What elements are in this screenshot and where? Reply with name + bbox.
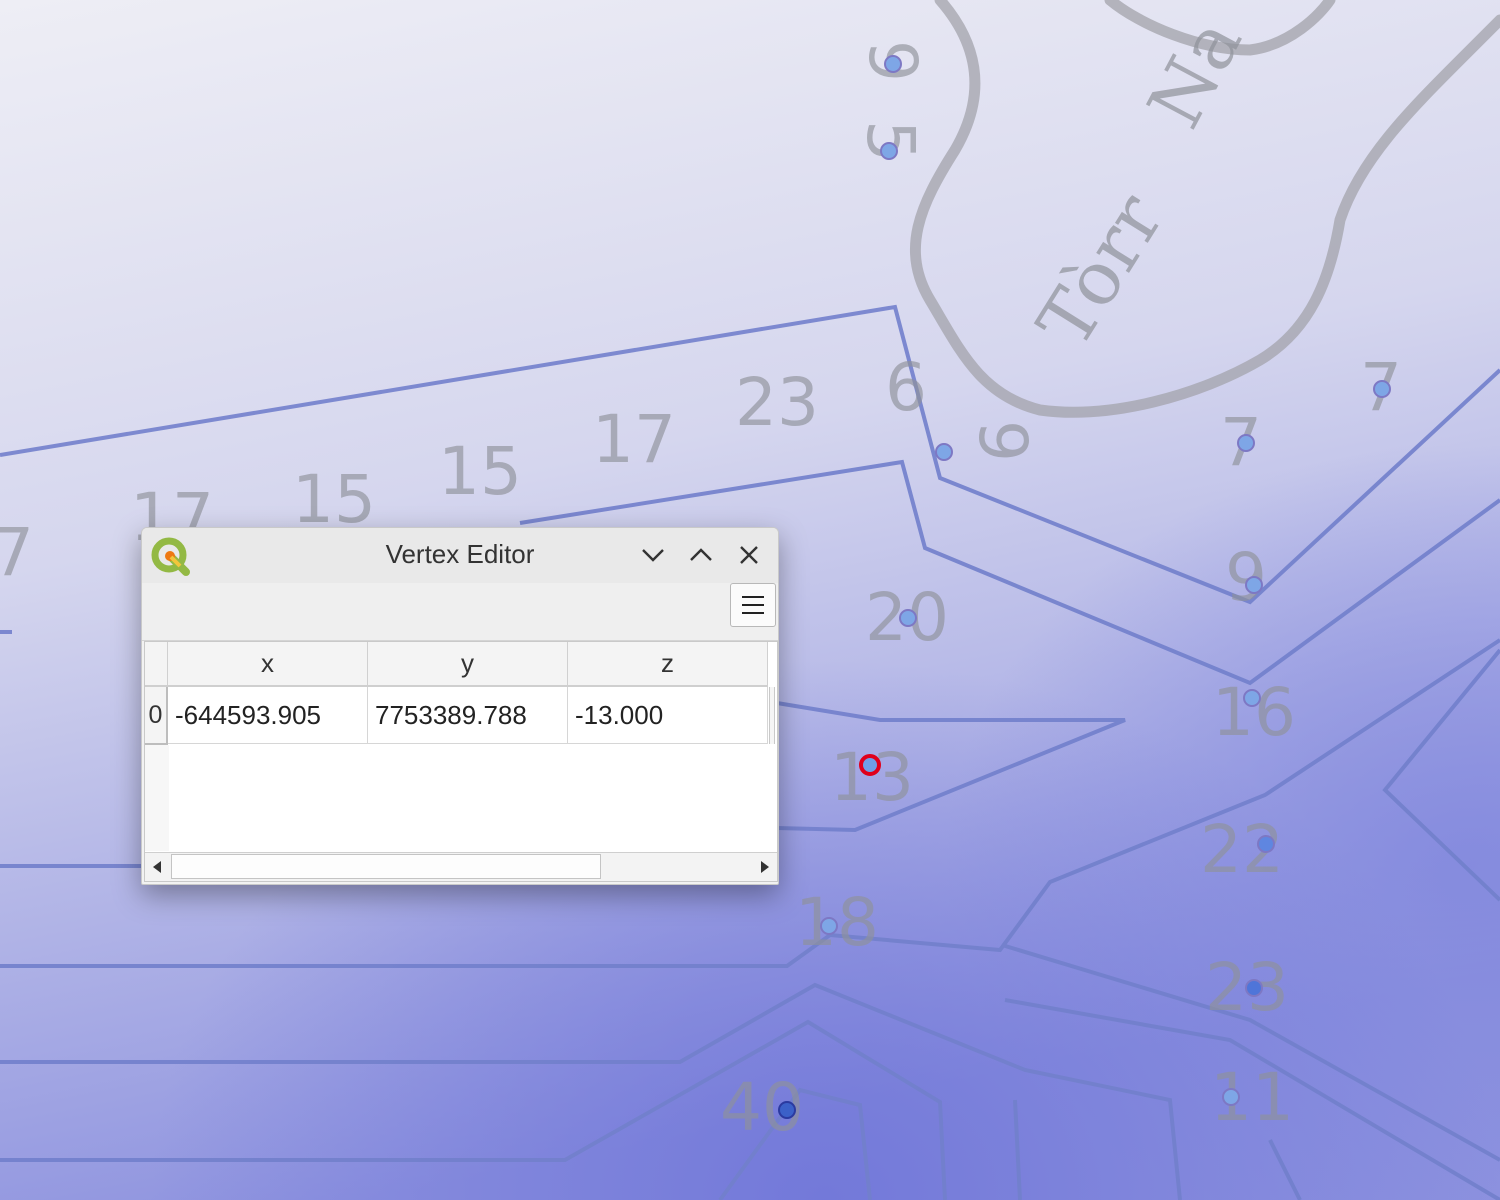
depth-label: 13 xyxy=(830,739,914,816)
cell-y[interactable]: 7753389.788 xyxy=(368,687,568,744)
scroll-right-button[interactable] xyxy=(753,853,777,881)
minimize-icon xyxy=(642,549,664,562)
cell-z[interactable]: -13.000 xyxy=(568,687,768,744)
vertex-marker[interactable] xyxy=(820,917,838,935)
editor-toolbar xyxy=(142,583,778,641)
cell-x[interactable]: -644593.905 xyxy=(168,687,368,744)
table-corner[interactable] xyxy=(145,642,168,687)
vertex-marker[interactable] xyxy=(935,443,953,461)
title-bar[interactable]: Vertex Editor xyxy=(142,528,778,583)
depth-label: 7 xyxy=(0,514,34,591)
depth-label: 15 xyxy=(438,433,522,510)
selected-vertex-marker[interactable] xyxy=(859,754,881,776)
scrollbar-thumb[interactable] xyxy=(171,854,601,879)
vertex-marker[interactable] xyxy=(1257,835,1275,853)
column-header-z[interactable]: z xyxy=(568,642,768,687)
close-icon xyxy=(740,546,758,564)
vertex-marker[interactable] xyxy=(1243,689,1261,707)
options-menu-button[interactable] xyxy=(730,583,776,627)
close-button[interactable] xyxy=(732,538,766,572)
vertex-marker[interactable] xyxy=(1373,380,1391,398)
vertex-marker[interactable] xyxy=(899,609,917,627)
depth-label: 9 xyxy=(964,420,1041,462)
vertex-editor-window[interactable]: Vertex Editor x y z 0 -644593.905 775338… xyxy=(141,527,779,885)
column-header-x[interactable]: x xyxy=(168,642,368,687)
column-header-y[interactable]: y xyxy=(368,642,568,687)
vertex-marker[interactable] xyxy=(884,55,902,73)
depth-label: 23 xyxy=(735,364,819,441)
hamburger-menu-icon xyxy=(742,596,764,614)
horizontal-scrollbar[interactable] xyxy=(145,852,777,881)
vertex-marker[interactable] xyxy=(1237,434,1255,452)
row-header[interactable]: 0 xyxy=(145,687,168,745)
vertex-marker[interactable] xyxy=(778,1101,796,1119)
depth-label: 17 xyxy=(592,401,676,478)
maximize-button[interactable] xyxy=(684,538,718,572)
vertex-table[interactable]: x y z 0 -644593.905 7753389.788 -13.000 xyxy=(144,641,778,882)
row-header-area xyxy=(145,745,169,851)
vertex-marker[interactable] xyxy=(1222,1088,1240,1106)
vertical-scrollbar[interactable] xyxy=(769,687,775,744)
arrow-right-icon xyxy=(761,861,769,873)
vertex-marker[interactable] xyxy=(1245,576,1263,594)
vertex-marker[interactable] xyxy=(880,142,898,160)
qgis-logo-icon xyxy=(151,537,190,576)
depth-label: 16 xyxy=(1212,674,1296,751)
depth-label: 6 xyxy=(885,349,927,426)
minimize-button[interactable] xyxy=(636,538,670,572)
arrow-left-icon xyxy=(153,861,161,873)
maximize-icon xyxy=(690,548,712,561)
scroll-left-button[interactable] xyxy=(145,853,169,881)
vertex-marker[interactable] xyxy=(1245,979,1263,997)
depth-label: 9 xyxy=(1225,539,1267,616)
window-title: Vertex Editor xyxy=(385,539,535,569)
